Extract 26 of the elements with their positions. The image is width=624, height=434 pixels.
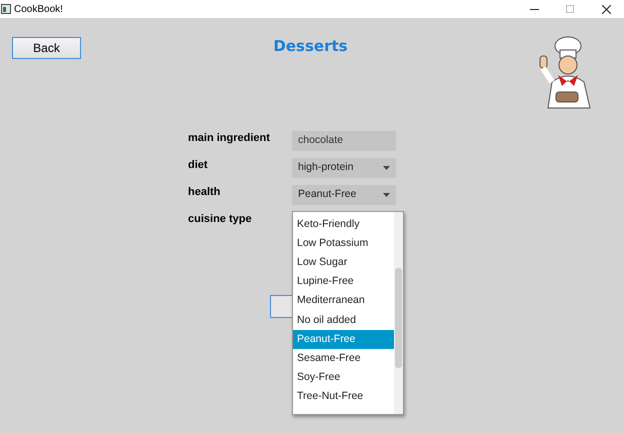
- dropdown-option[interactable]: Mediterranean: [293, 292, 394, 311]
- dropdown-option[interactable]: Sesame-Free: [293, 349, 394, 368]
- dropdown-arrow-icon: [383, 166, 390, 170]
- page-heading: Desserts: [273, 36, 348, 57]
- dropdown-option[interactable]: Low Sugar: [293, 253, 394, 273]
- back-button[interactable]: Back: [12, 37, 81, 59]
- field-label: health: [188, 185, 222, 199]
- dropdown-field[interactable]: Peanut-Free: [292, 185, 396, 205]
- minimize-icon: [530, 8, 538, 10]
- dropdown-option[interactable]: Low Potassium: [293, 234, 394, 254]
- maximize-icon: [566, 5, 574, 13]
- field-label: main ingredient: [188, 131, 271, 145]
- dropdown-arrow-icon: [383, 193, 390, 197]
- dropdown-option[interactable]: Soy-Free: [293, 368, 394, 388]
- dropdown-option[interactable]: Tree-Nut-Free: [293, 388, 394, 407]
- dropdown-option[interactable]: Keto-Friendly: [293, 215, 394, 234]
- field-label: diet: [188, 158, 209, 172]
- text-field[interactable]: chocolate: [292, 131, 396, 151]
- dropdown-option[interactable]: No oil added: [293, 310, 394, 330]
- dropdown-option[interactable]: Lupine-Free: [293, 272, 394, 292]
- app-icon: [1, 4, 11, 14]
- scrollbar[interactable]: [394, 212, 403, 414]
- window-title: CookBook!: [14, 2, 63, 16]
- dropdown-field[interactable]: high-protein: [292, 158, 396, 178]
- close-icon: [602, 4, 610, 14]
- field-label: cuisine type: [188, 212, 253, 226]
